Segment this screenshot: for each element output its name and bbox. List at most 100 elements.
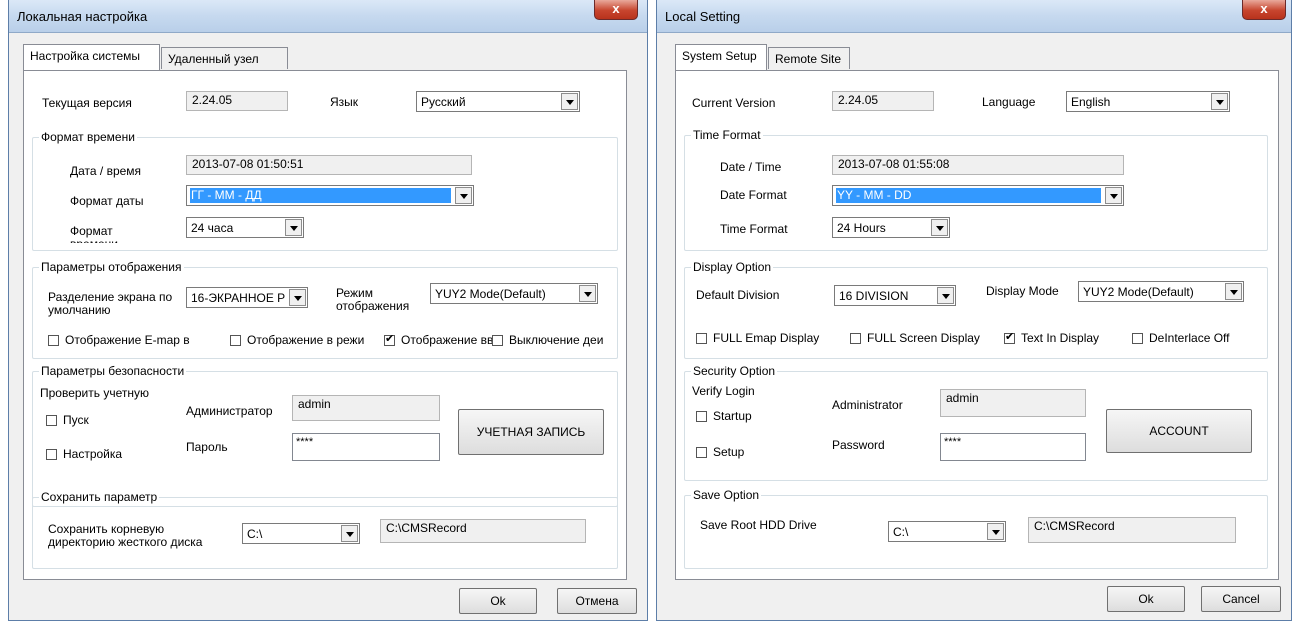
display-option-legend: Параметры отображения	[39, 260, 184, 274]
right-close-button[interactable]: x	[1242, 0, 1286, 20]
time-format-select[interactable]: 24 часа	[186, 217, 304, 238]
deinterlace-checkbox[interactable]: Выключение деи	[492, 333, 603, 347]
text-display-label: Text In Display	[1021, 331, 1100, 345]
checkbox-box-checked[interactable]	[384, 333, 395, 346]
left-close-button[interactable]: x	[594, 0, 638, 20]
time-format-select[interactable]: 24 Hours	[832, 217, 950, 238]
checkbox-box[interactable]	[48, 335, 59, 346]
right-dialog-window: Local Setting x System Setup Remote Site…	[656, 0, 1292, 621]
default-division-value: 16 DIVISION	[839, 289, 909, 303]
verify-login-label: Проверить учетную	[40, 386, 149, 400]
checkbox-box[interactable]	[696, 411, 707, 422]
close-icon: x	[1260, 1, 1268, 16]
chevron-down-icon[interactable]	[1211, 93, 1228, 110]
date-format-select[interactable]: ГГ - ММ - ДД	[186, 185, 474, 206]
current-version-label: Current Version	[692, 96, 776, 110]
cancel-button[interactable]: Отмена	[557, 588, 637, 614]
checkbox-box[interactable]	[46, 449, 57, 460]
save-path-value: C:\CMSRecord	[1028, 517, 1236, 543]
chevron-down-icon[interactable]	[561, 93, 578, 110]
tab-remote-site[interactable]: Remote Site	[768, 47, 850, 69]
password-input[interactable]: ****	[940, 433, 1086, 461]
deinterlace-checkbox[interactable]: DeInterlace Off	[1132, 331, 1229, 345]
tab-system-setup[interactable]: System Setup	[675, 44, 767, 70]
display-mode-label: Display Mode	[986, 284, 1059, 298]
tab-system-setup[interactable]: Настройка системы	[23, 44, 160, 70]
verify-login-label: Verify Login	[692, 384, 755, 398]
date-format-value: YY - MM - DD	[836, 188, 1101, 203]
time-format-value: 24 часа	[191, 221, 234, 235]
right-tab-panel: Current Version 2.24.05 Language English…	[675, 70, 1279, 580]
display-option-legend: Display Option	[691, 260, 774, 274]
chevron-down-icon[interactable]	[931, 219, 948, 236]
checkbox-box[interactable]	[850, 333, 861, 344]
display-mode-value: YUY2 Mode(Default)	[1083, 285, 1194, 299]
drive-select[interactable]: C:\	[888, 521, 1006, 542]
chevron-down-icon[interactable]	[455, 187, 472, 204]
account-button[interactable]: ACCOUNT	[1106, 409, 1252, 453]
save-option-legend: Сохранить параметр	[39, 490, 160, 504]
language-select[interactable]: English	[1066, 91, 1230, 112]
setup-checkbox[interactable]: Настройка	[46, 447, 122, 461]
chevron-down-icon[interactable]	[1105, 187, 1122, 204]
password-label: Password	[832, 438, 885, 452]
password-label: Пароль	[186, 440, 228, 454]
left-title-bar[interactable]: Локальная настройка x	[9, 0, 647, 33]
cancel-button-label: Cancel	[1222, 592, 1260, 606]
left-window-title: Локальная настройка	[17, 9, 148, 24]
full-screen-display-label: FULL Screen Display	[867, 331, 980, 345]
display-mode-select[interactable]: YUY2 Mode(Default)	[1078, 281, 1244, 302]
checkbox-box[interactable]	[230, 335, 241, 346]
password-input[interactable]: ****	[292, 433, 440, 461]
left-display-checkboxes: Отображение E-map в Отображение в режи О…	[48, 333, 624, 349]
right-display-checkboxes: FULL Emap Display FULL Screen Display Te…	[696, 331, 1276, 347]
tab-remote-site[interactable]: Удаленный узел	[161, 47, 288, 69]
default-division-select[interactable]: 16-ЭКРАННОЕ Р	[186, 287, 308, 308]
chevron-down-icon[interactable]	[579, 285, 596, 302]
account-button[interactable]: УЧЕТНАЯ ЗАПИСЬ	[458, 409, 604, 455]
startup-checkbox[interactable]: Пуск	[46, 413, 89, 427]
text-display-checkbox[interactable]: Text In Display	[1004, 331, 1099, 345]
full-screen-display-checkbox[interactable]: Отображение в режи	[230, 333, 364, 347]
display-mode-select[interactable]: YUY2 Mode(Default)	[430, 283, 598, 304]
ok-button[interactable]: Ok	[459, 588, 537, 614]
checkbox-box[interactable]	[696, 447, 707, 458]
setup-label: Настройка	[63, 447, 123, 461]
left-dialog-window: Локальная настройка x Настройка системы …	[8, 0, 648, 621]
full-screen-display-label: Отображение в режи	[247, 333, 365, 347]
date-format-value: ГГ - ММ - ДД	[190, 188, 451, 203]
chevron-down-icon[interactable]	[1225, 283, 1242, 300]
setup-label: Setup	[713, 445, 745, 459]
drive-select[interactable]: C:\	[242, 523, 360, 544]
checkbox-box[interactable]	[492, 335, 503, 346]
full-screen-display-checkbox[interactable]: FULL Screen Display	[850, 331, 980, 345]
ok-button[interactable]: Ok	[1107, 586, 1185, 612]
cancel-button-label: Отмена	[575, 594, 619, 608]
text-display-checkbox[interactable]: Отображение вво	[384, 333, 500, 347]
checkbox-box-checked[interactable]	[1004, 331, 1015, 344]
administrator-value: admin	[940, 389, 1086, 417]
right-window-title: Local Setting	[665, 9, 741, 24]
checkbox-box[interactable]	[46, 415, 57, 426]
language-select[interactable]: Русский	[416, 91, 580, 112]
checkbox-box[interactable]	[1132, 333, 1143, 344]
right-title-bar[interactable]: Local Setting x	[657, 0, 1291, 33]
deinterlace-label: DeInterlace Off	[1149, 331, 1230, 345]
cancel-button[interactable]: Cancel	[1201, 586, 1281, 612]
checkbox-box[interactable]	[696, 333, 707, 344]
setup-checkbox[interactable]: Setup	[696, 445, 744, 459]
emap-display-checkbox[interactable]: FULL Emap Display	[696, 331, 819, 345]
chevron-down-icon[interactable]	[289, 289, 306, 306]
chevron-down-icon[interactable]	[937, 287, 954, 304]
default-division-select[interactable]: 16 DIVISION	[834, 285, 956, 306]
ok-button-label: Ok	[490, 594, 506, 608]
language-label: Language	[982, 95, 1036, 109]
startup-checkbox[interactable]: Startup	[696, 409, 752, 423]
chevron-down-icon[interactable]	[285, 219, 302, 236]
datetime-value: 2013-07-08 01:50:51	[186, 155, 472, 175]
date-format-select[interactable]: YY - MM - DD	[832, 185, 1124, 206]
chevron-down-icon[interactable]	[987, 523, 1004, 540]
chevron-down-icon[interactable]	[341, 525, 358, 542]
emap-display-checkbox[interactable]: Отображение E-map в	[48, 333, 190, 347]
default-division-value: 16-ЭКРАННОЕ Р	[191, 291, 285, 305]
